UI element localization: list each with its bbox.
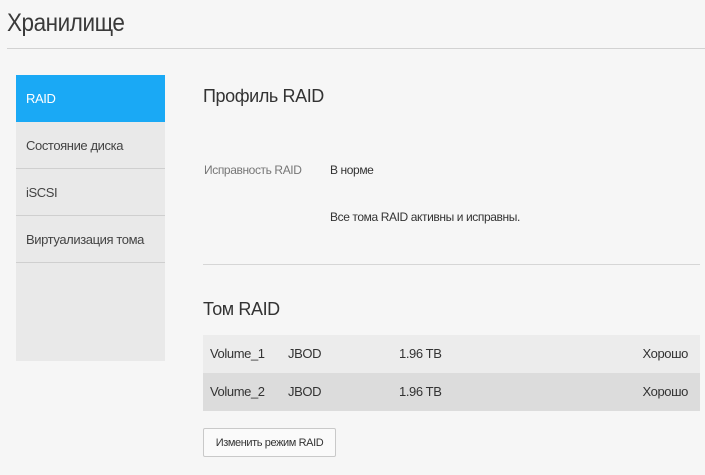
sidebar-item-volume-virtualization[interactable]: Виртуализация тома xyxy=(16,216,165,263)
page-title: Хранилище xyxy=(7,9,125,37)
volume-status: Хорошо xyxy=(642,384,689,399)
raid-health-label: Исправность RAID xyxy=(204,163,302,177)
raid-health-description: Все тома RAID активны и исправны. xyxy=(330,210,520,224)
volume-status: Хорошо xyxy=(642,346,689,361)
table-row[interactable]: Volume_2 JBOD 1.96 TB Хорошо xyxy=(203,373,700,411)
raid-volume-heading: Том RAID xyxy=(203,299,280,319)
volume-type: JBOD xyxy=(288,346,322,361)
volume-size: 1.96 TB xyxy=(399,346,442,361)
sidebar: RAID Состояние диска iSCSI Виртуализация… xyxy=(16,75,165,361)
change-raid-mode-button[interactable]: Изменить режим RAID xyxy=(203,428,336,457)
table-row[interactable]: Volume_1 JBOD 1.96 TB Хорошо xyxy=(203,335,700,373)
raid-profile-heading: Профиль RAID xyxy=(203,86,324,106)
raid-health-value: В норме xyxy=(330,163,374,177)
sidebar-item-raid[interactable]: RAID xyxy=(16,75,165,122)
volume-name: Volume_2 xyxy=(210,384,265,399)
sidebar-item-iscsi[interactable]: iSCSI xyxy=(16,169,165,216)
raid-volume-table: Volume_1 JBOD 1.96 TB Хорошо Volume_2 JB… xyxy=(203,335,700,411)
sidebar-item-disk-status[interactable]: Состояние диска xyxy=(16,122,165,169)
volume-type: JBOD xyxy=(288,384,322,399)
volume-size: 1.96 TB xyxy=(399,384,442,399)
title-divider xyxy=(7,48,705,49)
section-divider xyxy=(203,264,700,265)
volume-name: Volume_1 xyxy=(210,346,265,361)
